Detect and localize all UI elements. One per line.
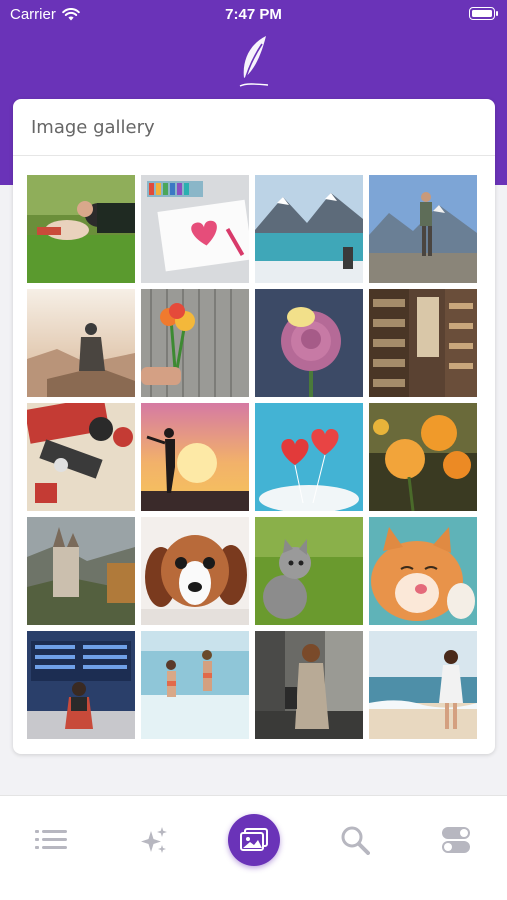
- battery-icon: [469, 7, 498, 20]
- image-grid: [27, 175, 477, 739]
- gallery-title: Image gallery: [31, 117, 155, 138]
- image-airport-departure-board[interactable]: [27, 631, 135, 739]
- image-woman-on-beach[interactable]: [369, 631, 477, 739]
- gallery-icon: [240, 828, 268, 851]
- image-kitten-on-grass[interactable]: [255, 517, 363, 625]
- status-time: 7:47 PM: [225, 6, 282, 23]
- title-divider: [13, 155, 495, 156]
- image-red-heart-balloons[interactable]: [255, 403, 363, 511]
- image-women-running-in-sea[interactable]: [141, 631, 249, 739]
- feather-logo-icon: [239, 36, 269, 87]
- image-silhouette-at-sunset[interactable]: [141, 403, 249, 511]
- image-flowers-in-hand[interactable]: [141, 289, 249, 397]
- bottom-tab-bar: [0, 795, 507, 900]
- image-hiker-on-peak[interactable]: [369, 175, 477, 283]
- image-castle-in-valley[interactable]: [27, 517, 135, 625]
- sparkles-icon: [141, 827, 167, 853]
- image-orange-flowers[interactable]: [369, 403, 477, 511]
- list-icon: [35, 830, 67, 849]
- status-bar: Carrier 7:47 PM: [0, 0, 507, 28]
- image-heart-drawing-and-crayons[interactable]: [141, 175, 249, 283]
- image-bookshop[interactable]: [369, 289, 477, 397]
- tab-gallery[interactable]: [228, 814, 280, 866]
- tab-list[interactable]: [25, 814, 77, 866]
- search-icon: [341, 826, 370, 855]
- image-woman-on-street[interactable]: [255, 631, 363, 739]
- image-person-on-cliff-sunrise[interactable]: [27, 289, 135, 397]
- tab-settings[interactable]: [430, 814, 482, 866]
- image-puppy-lying[interactable]: [141, 517, 249, 625]
- image-mountain-lake[interactable]: [255, 175, 363, 283]
- image-retro-camera[interactable]: [27, 403, 135, 511]
- image-cat-licking[interactable]: [369, 517, 477, 625]
- toggles-icon: [442, 827, 470, 853]
- tab-search[interactable]: [329, 814, 381, 866]
- image-pink-rose[interactable]: [255, 289, 363, 397]
- tab-sparkles[interactable]: [127, 814, 179, 866]
- gallery-card: Image gallery: [13, 99, 495, 754]
- image-couple-in-grass[interactable]: [27, 175, 135, 283]
